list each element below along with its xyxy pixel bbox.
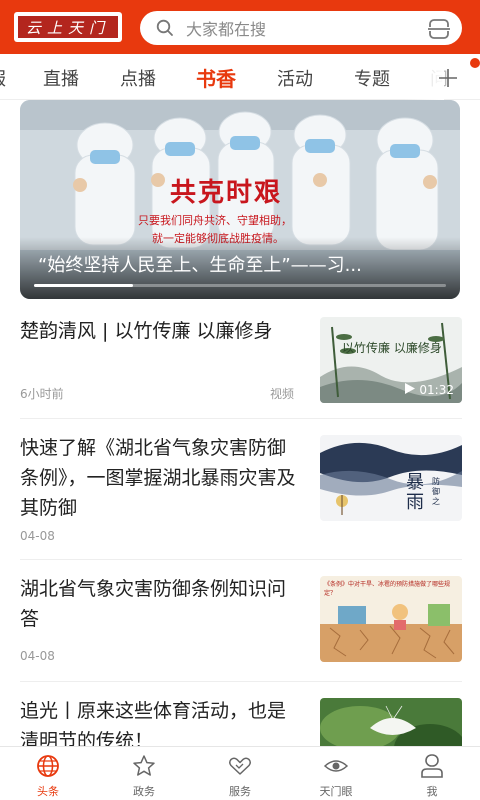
channel-tabs: 服 直播 点播 书香 活动 专题 问 xyxy=(0,54,480,100)
news-time: 04-08 xyxy=(20,529,55,543)
nav-label: 头条 xyxy=(37,785,59,798)
thumb-sub: 防御之 xyxy=(432,477,440,506)
scan-icon[interactable] xyxy=(428,18,450,40)
nav-government[interactable]: 政务 xyxy=(96,753,192,799)
search-placeholder: 大家都在搜 xyxy=(186,20,267,39)
video-duration: 01:32 xyxy=(405,383,454,397)
nav-headlines[interactable]: 头条 xyxy=(0,753,96,799)
news-title[interactable]: 湖北省气象灾害防御条例知识问答 xyxy=(20,574,300,634)
news-item[interactable]: 楚韵清风 | 以竹传廉 以廉修身 6小时前 视频 以竹传廉 以廉修身 01:32 xyxy=(20,316,462,419)
nav-label: 政务 xyxy=(133,785,155,798)
search-icon xyxy=(154,17,176,39)
news-thumbnail[interactable]: 《条例》中对干旱、冰雹的预防措施做了哪些规定？ xyxy=(320,576,462,662)
globe-icon xyxy=(35,753,61,779)
news-thumbnail[interactable]: 以竹传廉 以廉修身 01:32 xyxy=(320,317,462,403)
news-time: 04-08 xyxy=(20,649,55,663)
news-thumbnail[interactable] xyxy=(320,698,462,746)
plus-icon[interactable] xyxy=(438,60,458,95)
news-title[interactable]: 追光丨原来这些体育活动，也是清明节的传统！ xyxy=(20,696,300,746)
banner-title[interactable]: “始终坚持人民至上、生命至上”——习... xyxy=(38,251,448,277)
news-title[interactable]: 快速了解《湖北省气象灾害防御条例》，一图掌握湖北暴雨灾害及其防御 xyxy=(20,433,300,523)
nav-services[interactable]: 服务 xyxy=(192,753,288,799)
bottom-nav: 头条 政务 服务 天门眼 我 xyxy=(0,746,480,800)
nav-tianmen-eye[interactable]: 天门眼 xyxy=(288,753,384,799)
tab-books[interactable]: 书香 xyxy=(196,63,236,92)
notification-dot xyxy=(470,58,480,68)
tab-topic[interactable]: 专题 xyxy=(354,65,390,91)
user-icon xyxy=(419,753,445,779)
news-source: 视频 xyxy=(269,387,294,401)
news-item[interactable]: 追光丨原来这些体育活动，也是清明节的传统！ xyxy=(20,682,462,746)
banner-progress xyxy=(34,284,446,287)
tab-activity[interactable]: 活动 xyxy=(277,65,313,91)
search-bar[interactable]: 大家都在搜 xyxy=(140,11,462,45)
nav-label: 服务 xyxy=(229,785,251,798)
nav-me[interactable]: 我 xyxy=(384,753,480,799)
thumb-caption: 《条例》中对干旱、冰雹的预防措施做了哪些规定？ xyxy=(324,581,451,597)
news-thumbnail[interactable]: 暴雨 防御之 xyxy=(320,435,462,521)
thumb-caption: 以竹传廉 以廉修身 xyxy=(342,341,442,355)
news-item[interactable]: 湖北省气象灾害防御条例知识问答 04-08 《条例》中对干旱、冰雹的预防措施做了… xyxy=(20,560,462,682)
thumb-headline: 暴雨 xyxy=(406,472,424,513)
tab-live[interactable]: 直播 xyxy=(43,65,79,91)
handshake-icon xyxy=(227,753,253,779)
logo-text: 云上天门 xyxy=(18,16,118,38)
star-icon xyxy=(131,753,157,779)
tab-service[interactable]: 服 xyxy=(0,65,6,91)
banner-quote-line1: 只要我们同舟共济、守望相助， xyxy=(138,214,292,227)
eye-icon xyxy=(323,753,349,779)
play-icon xyxy=(405,383,416,397)
app-header: 云上天门 大家都在搜 xyxy=(0,0,480,54)
app-logo[interactable]: 云上天门 xyxy=(14,12,122,42)
banner-progress-fill xyxy=(34,284,133,287)
banner-carousel[interactable]: 共克时艰 只要我们同舟共济、守望相助， 就一定能够彻底战胜疫情。 “始终坚持人民… xyxy=(20,100,460,299)
nav-label: 天门眼 xyxy=(319,785,353,798)
nav-label: 我 xyxy=(426,785,438,798)
banner-headline: 共克时艰 xyxy=(170,178,283,208)
news-item[interactable]: 快速了解《湖北省气象灾害防御条例》，一图掌握湖北暴雨灾害及其防御 04-08 暴… xyxy=(20,419,462,560)
news-time: 6小时前 xyxy=(20,387,64,401)
tab-vod[interactable]: 点播 xyxy=(120,65,156,91)
news-title[interactable]: 楚韵清风 | 以竹传廉 以廉修身 xyxy=(20,316,300,346)
moth-on-leaf-image xyxy=(320,698,462,746)
duration-text: 01:32 xyxy=(419,383,454,397)
